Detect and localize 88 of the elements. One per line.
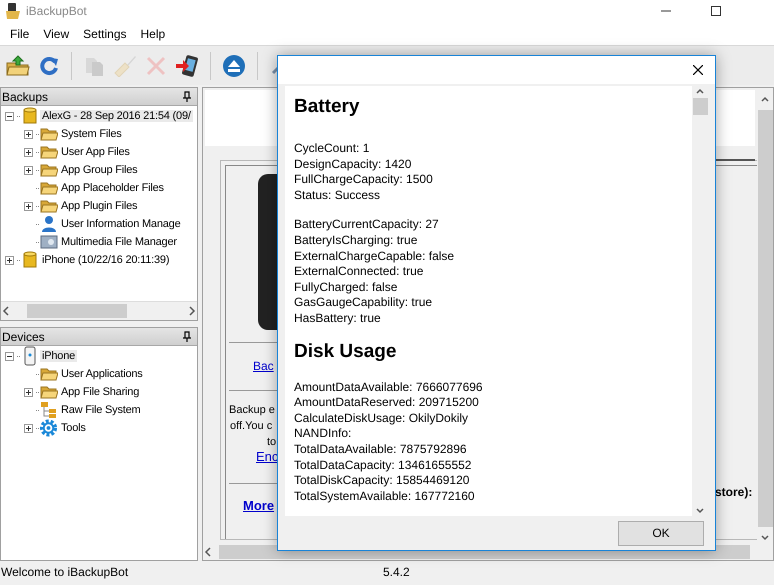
- tree-item[interactable]: App Plugin Files: [59, 200, 140, 212]
- maximize-icon[interactable]: [710, 5, 722, 17]
- scrollbar-thumb[interactable]: [692, 98, 708, 115]
- property-text: TotalSystemAvailable: 167772160: [294, 488, 476, 504]
- expand-toggle[interactable]: [5, 256, 14, 264]
- property-text: AmountDataAvailable: 7666077696: [294, 380, 484, 396]
- expand-toggle[interactable]: [24, 388, 33, 396]
- tree-item[interactable]: Multimedia File Manager: [59, 236, 179, 248]
- property-text: Status: Success: [294, 188, 382, 204]
- version-text: 5.4.2: [383, 565, 410, 579]
- section-heading: Battery: [294, 96, 360, 118]
- folder-icon: [39, 163, 58, 177]
- folder-tree-icon: [39, 401, 58, 419]
- tree-item[interactable]: User Information Manage: [59, 218, 183, 230]
- collapse-toggle[interactable]: [5, 352, 14, 360]
- property-text: TotalDiskCapacity: 15854469120: [294, 473, 470, 489]
- caret-down-icon[interactable]: [695, 506, 705, 516]
- section-heading: Disk Usage: [294, 340, 398, 363]
- window-title: iBackupBot: [26, 4, 88, 18]
- tree-item[interactable]: iPhone: [40, 350, 78, 362]
- property-text: HasBattery: true: [294, 310, 382, 327]
- pin-icon[interactable]: [183, 331, 191, 342]
- property-text: DesignCapacity: 1420: [294, 156, 412, 172]
- media-box-icon: [39, 234, 58, 250]
- caret-up-icon[interactable]: [760, 94, 770, 104]
- caret-up-icon[interactable]: [695, 86, 705, 96]
- tree-item[interactable]: iPhone (10/22/16 20:11:39): [40, 254, 172, 266]
- caret-left-icon[interactable]: [203, 546, 213, 558]
- link[interactable]: Enc: [256, 449, 278, 464]
- caret-left-icon[interactable]: [1, 305, 11, 317]
- note-text: to: [267, 436, 276, 448]
- open-folder-icon[interactable]: [4, 52, 32, 78]
- caret-right-icon[interactable]: [187, 305, 197, 317]
- folder-icon: [39, 385, 58, 399]
- property-text: FullChargeCapacity: 1500: [294, 172, 434, 188]
- person-icon: [39, 215, 58, 233]
- gear-icon: [39, 418, 58, 438]
- folder-icon: [39, 127, 58, 141]
- panel-title: Backups: [2, 90, 48, 104]
- expand-toggle[interactable]: [24, 166, 33, 174]
- tree-item[interactable]: App File Sharing: [59, 386, 142, 398]
- ok-button[interactable]: OK: [618, 520, 704, 546]
- property-text: ExternalConnected: true: [294, 264, 424, 280]
- tree-item[interactable]: AlexG - 28 Sep 2016 21:54 (09/: [40, 110, 193, 122]
- menu-item[interactable]: File: [3, 26, 36, 40]
- tree-item[interactable]: Tools: [59, 422, 88, 434]
- folder-icon: [39, 181, 58, 195]
- tree-item[interactable]: App Group Files: [59, 164, 140, 176]
- menu-item[interactable]: View: [36, 26, 76, 40]
- folder-icon: [39, 199, 58, 213]
- expand-toggle[interactable]: [24, 202, 33, 210]
- pin-icon[interactable]: [183, 91, 191, 102]
- tree-item[interactable]: User Applications: [59, 368, 145, 380]
- tree-item[interactable]: Raw File System: [59, 404, 143, 416]
- expand-toggle[interactable]: [24, 148, 33, 156]
- property-text: NANDInfo:: [294, 426, 352, 442]
- property-text: AmountDataReserved: 209715200: [294, 395, 480, 411]
- property-text: BatteryCurrentCapacity: 27: [294, 217, 440, 233]
- tree-item[interactable]: App Placeholder Files: [59, 182, 166, 194]
- property-text: TotalDataCapacity: 13461655552: [294, 458, 472, 474]
- caret-down-icon[interactable]: [760, 533, 770, 543]
- phone-arrow-icon[interactable]: [173, 52, 201, 78]
- folder-icon: [39, 367, 58, 381]
- property-text: CycleCount: 1: [294, 141, 370, 157]
- note-text: Backup e: [229, 404, 275, 416]
- tree-item[interactable]: System Files: [59, 128, 124, 140]
- property-text: TotalDataAvailable: 7875792896: [294, 442, 468, 458]
- menu-item[interactable]: Settings: [76, 26, 134, 40]
- expand-toggle[interactable]: [24, 130, 33, 138]
- field-label: store):: [715, 485, 752, 499]
- collapse-toggle[interactable]: [5, 112, 14, 120]
- property-text: ExternalChargeCapable: false: [294, 248, 456, 264]
- folder-icon: [39, 145, 58, 159]
- link[interactable]: More: [243, 498, 274, 513]
- app-icon: [6, 3, 20, 19]
- note-text: off.You c: [230, 420, 272, 432]
- link[interactable]: Bac: [253, 359, 274, 373]
- panel-title: Devices: [2, 330, 45, 344]
- property-text: FullyCharged: false: [294, 280, 398, 296]
- horizontal-scrollbar[interactable]: [1, 301, 197, 320]
- scrollbar-thumb[interactable]: [27, 304, 127, 318]
- property-text: GasGaugeCapability: true: [294, 295, 434, 311]
- status-message: Welcome to iBackupBot: [0, 565, 130, 579]
- property-text: BatteryIsCharging: true: [294, 232, 418, 249]
- menu-item[interactable]: Help: [134, 26, 172, 40]
- property-text: CalculateDiskUsage: OkilyDokily: [294, 410, 470, 426]
- tree-item[interactable]: User App Files: [59, 146, 132, 158]
- expand-toggle[interactable]: [24, 424, 33, 432]
